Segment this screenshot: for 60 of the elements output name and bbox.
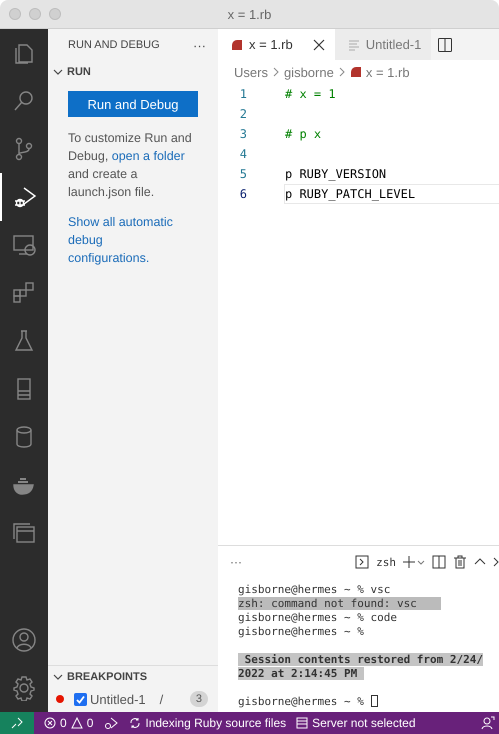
error-icon [44, 717, 56, 729]
remote-button[interactable] [0, 712, 34, 734]
editor-tab[interactable]: x = 1.rb [218, 29, 335, 60]
terminal-icon [355, 555, 370, 569]
breadcrumb[interactable]: x = 1.rb [366, 64, 410, 80]
text-file-icon [348, 38, 360, 50]
line-number: 2 [238, 107, 247, 121]
open-folder-link[interactable]: open a folder [112, 149, 185, 163]
breakpoints-section-header[interactable]: BREAKPOINTS [48, 666, 218, 688]
breadcrumb[interactable]: Users [234, 64, 268, 80]
chevron-icon [53, 672, 63, 682]
line-number: 5 [238, 167, 247, 181]
add-terminal-icon[interactable] [403, 555, 425, 569]
debug-icon[interactable] [103, 716, 120, 730]
server-icon [296, 717, 308, 729]
breakpoint-file: Untitled-1 [90, 692, 146, 706]
ruby-file-icon [231, 38, 243, 50]
editor-tab[interactable]: Untitled-1 [334, 29, 432, 60]
warning-count: 0 [86, 716, 94, 730]
line-number: 4 [238, 147, 247, 161]
run-and-debug-button[interactable]: Run and Debug [68, 91, 198, 117]
ruby-file-icon [350, 66, 362, 78]
problems-button[interactable]: 0 0 [44, 716, 94, 730]
close-icon[interactable] [312, 38, 325, 50]
more-actions-button[interactable]: ··· [230, 555, 242, 569]
terminal-line: gisborne@hermes ~ % [238, 694, 364, 708]
split-editor-icon[interactable] [437, 36, 454, 52]
terminal-shell-tab[interactable]: zsh [376, 556, 396, 568]
sidebar-title: RUN AND DEBUG [68, 39, 160, 51]
chevron-right-icon[interactable] [493, 555, 499, 569]
show-configurations-link[interactable]: Show all automatic debug configurations. [68, 213, 183, 267]
terminal-line: gisborne@hermes ~ % [238, 624, 364, 638]
run-section-header[interactable]: RUN [48, 61, 218, 83]
line-number: 1 [238, 87, 247, 101]
remote-icon [11, 717, 23, 729]
chevron-icon [338, 67, 346, 77]
sync-icon [129, 717, 142, 729]
breakpoint-path: / [160, 692, 164, 706]
code-line: # p x [285, 127, 322, 141]
line-number: 3 [238, 127, 247, 141]
more-actions-button[interactable]: ··· [193, 38, 206, 52]
help-text: To customize Run and Debug, open a folder and create a launch.json file. [68, 130, 193, 201]
chevron-icon [53, 67, 63, 77]
warning-icon [70, 717, 83, 729]
chevron-icon [272, 67, 280, 77]
breakpoint-count: 3 [190, 691, 208, 707]
terminal-line: gisborne@hermes ~ % vsc [238, 582, 390, 596]
checkbox[interactable] [74, 692, 87, 706]
window-title: x = 1.rb [228, 6, 272, 22]
feedback-icon[interactable] [481, 716, 495, 730]
terminal-cursor [370, 695, 378, 707]
code-line: p RUBY_PATCH_LEVEL [285, 187, 416, 201]
terminal-line: gisborne@hermes ~ % code [238, 610, 397, 624]
error-count: 0 [60, 716, 67, 730]
trash-icon[interactable] [453, 555, 467, 569]
line-number: 6 [238, 187, 247, 201]
breadcrumb[interactable]: gisborne [284, 64, 334, 80]
code-line: # x = 1 [285, 87, 336, 101]
code-line: p RUBY_VERSION [285, 167, 386, 181]
split-terminal-icon[interactable] [432, 555, 446, 569]
